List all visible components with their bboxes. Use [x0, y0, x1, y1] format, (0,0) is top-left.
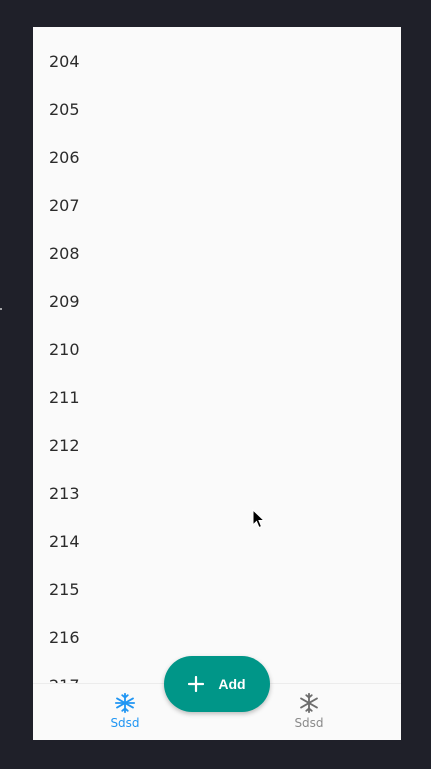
list-item[interactable]: 207 [33, 182, 401, 230]
list-item[interactable]: 205 [33, 86, 401, 134]
plus-icon [188, 676, 205, 692]
add-button-label: Add [218, 676, 246, 692]
list-item[interactable]: 214 [33, 518, 401, 566]
scroll-list[interactable]: 204 205 206 207 208 209 210 211 212 213 … [33, 27, 401, 683]
list-item[interactable]: 211 [33, 374, 401, 422]
add-button[interactable]: Add [164, 656, 270, 712]
list-item[interactable]: 215 [33, 566, 401, 614]
list-item[interactable]: 212 [33, 422, 401, 470]
background-dot [0, 308, 2, 310]
list-item[interactable]: 206 [33, 134, 401, 182]
list-item[interactable]: 208 [33, 230, 401, 278]
app-window: 204 205 206 207 208 209 210 211 212 213 … [33, 27, 401, 740]
list-item[interactable]: 209 [33, 278, 401, 326]
snowflake-icon [300, 692, 318, 714]
list-item[interactable]: 213 [33, 470, 401, 518]
snowflake-icon [114, 692, 136, 714]
list-item[interactable]: 210 [33, 326, 401, 374]
list-item[interactable]: 216 [33, 614, 401, 662]
mouse-cursor-icon [252, 509, 266, 529]
list-item[interactable]: 204 [33, 38, 401, 86]
nav-item-label: Sdsd [110, 716, 140, 730]
nav-item-label: Sdsd [294, 716, 324, 730]
